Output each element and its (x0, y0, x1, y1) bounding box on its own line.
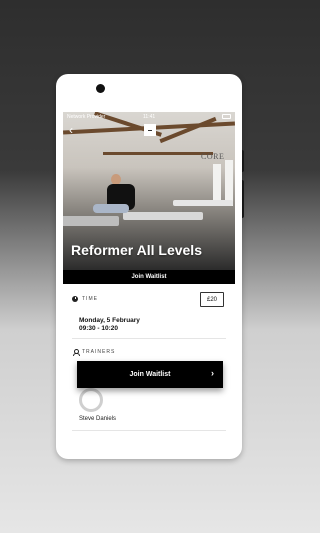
trainer-name[interactable]: Steve Daniels (79, 416, 116, 422)
battery-icon (222, 114, 231, 119)
price-badge: £20 (200, 292, 224, 307)
studio-sign: CORE (201, 152, 225, 161)
class-date: Monday, 5 February (79, 317, 140, 324)
join-waitlist-bar[interactable]: Join Waitlist (63, 270, 235, 284)
divider (72, 430, 226, 431)
reformer-machine (173, 200, 233, 206)
divider (72, 338, 226, 339)
reformer-machine (123, 212, 203, 220)
phone-camera (96, 84, 105, 93)
class-hero-image: CORE Network Provider 11:41 ‹ Reformer A… (63, 112, 235, 270)
window (213, 164, 221, 204)
chevron-right-icon: › (211, 368, 214, 378)
phone-frame: CORE Network Provider 11:41 ‹ Reformer A… (56, 74, 242, 459)
app-screen: CORE Network Provider 11:41 ‹ Reformer A… (63, 112, 235, 452)
trainers-label-text: TRAINERS (82, 349, 116, 355)
class-title: Reformer All Levels (71, 242, 202, 258)
ceiling-beam (103, 152, 213, 155)
trainer-avatar[interactable] (79, 388, 103, 412)
join-waitlist-button-label: Join Waitlist (129, 371, 171, 378)
chevron-left-icon[interactable]: ‹ (69, 124, 73, 136)
time-section-label: TIME (72, 296, 98, 302)
status-bar: Network Provider 11:41 (63, 112, 235, 121)
time-label-text: TIME (82, 296, 98, 302)
instructor-legs (93, 204, 129, 213)
collapse-icon[interactable] (144, 124, 156, 136)
join-waitlist-button[interactable]: Join Waitlist › (77, 361, 223, 388)
person-icon (72, 349, 80, 356)
trainers-section-label: TRAINERS (72, 349, 116, 356)
clock-icon (72, 296, 78, 302)
status-time: 11:41 (143, 113, 156, 120)
reformer-machine (63, 216, 119, 226)
class-time-range: 09:30 - 10:20 (79, 325, 119, 332)
